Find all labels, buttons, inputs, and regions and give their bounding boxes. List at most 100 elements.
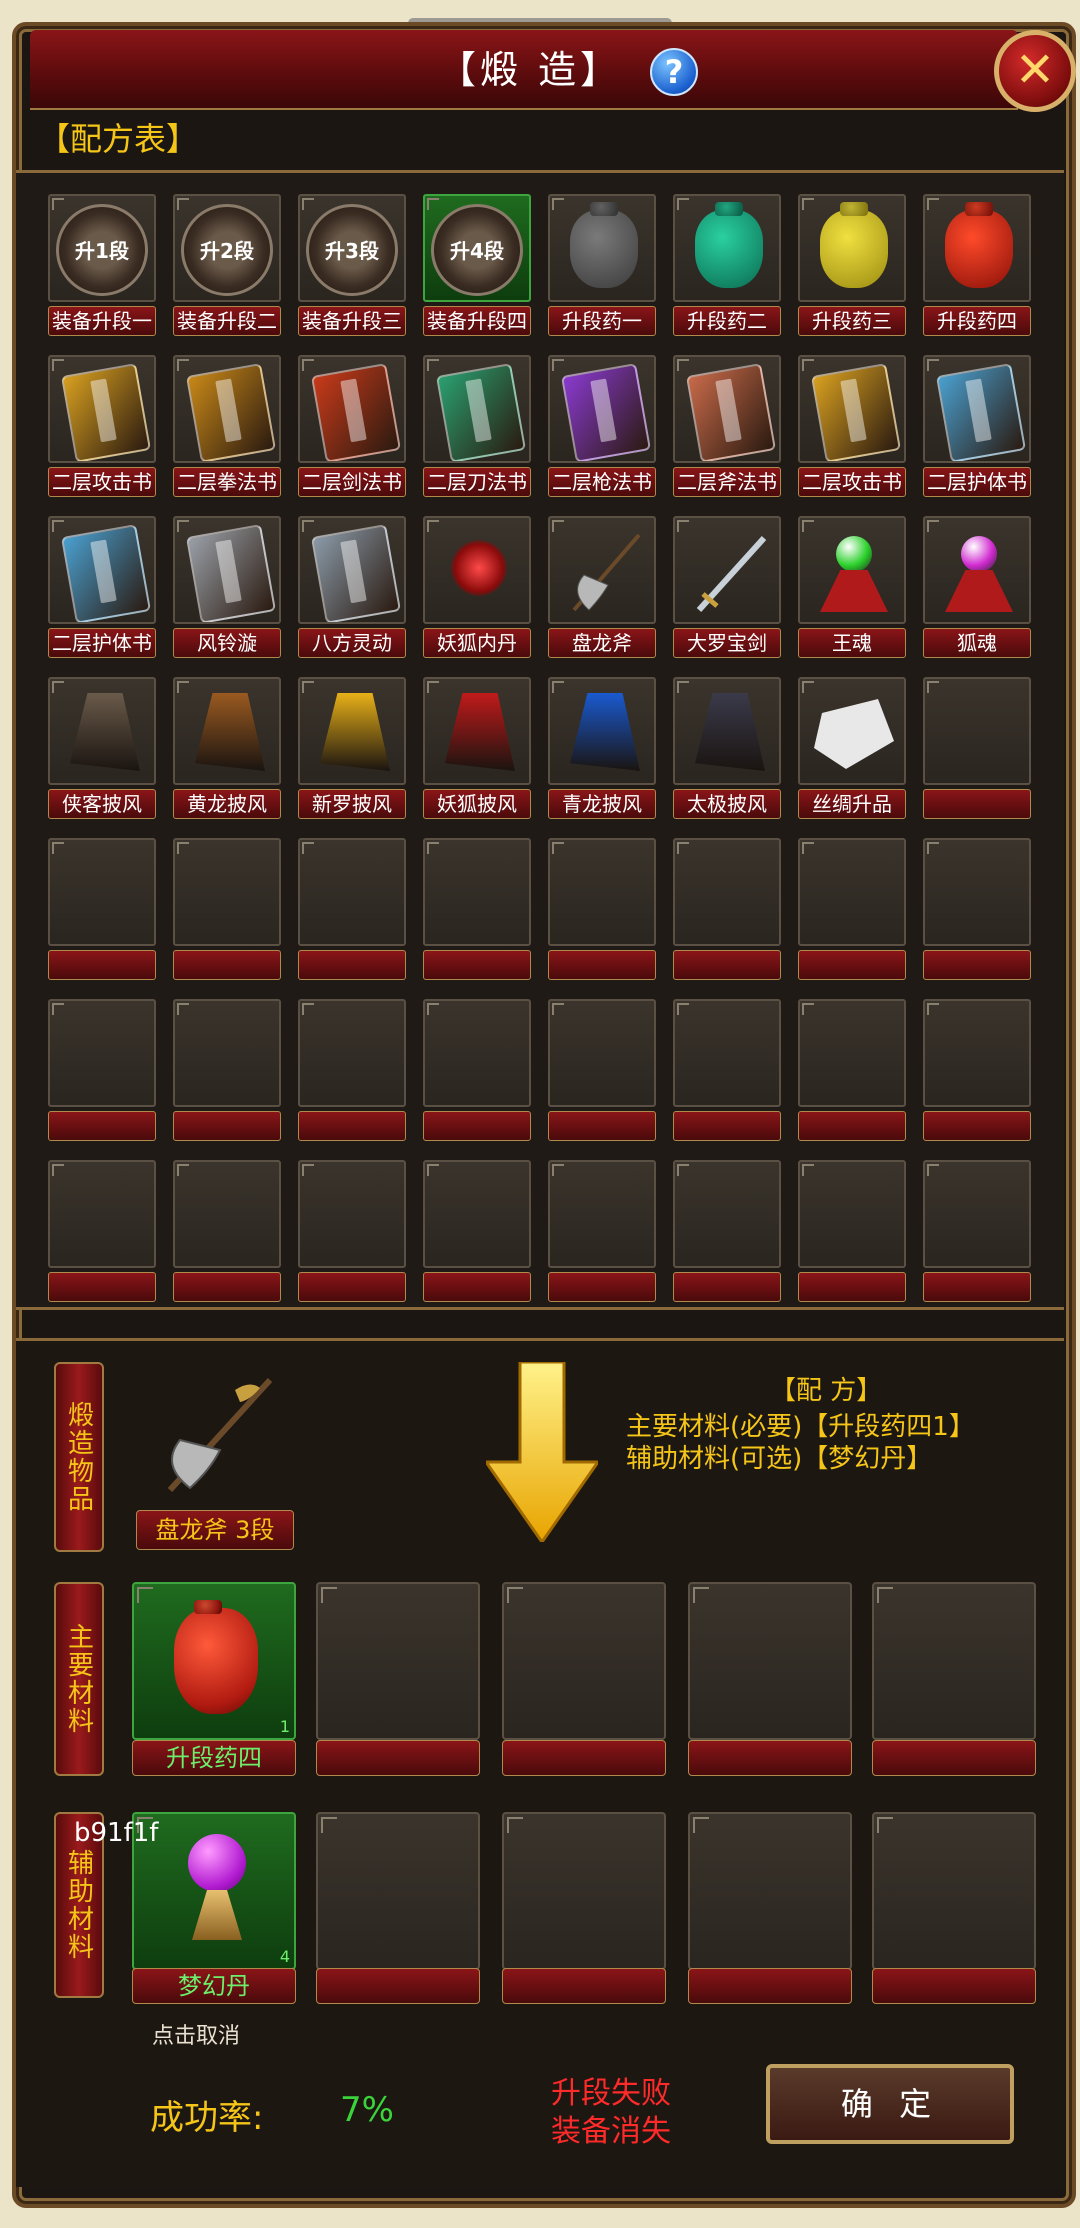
recipe-slot[interactable] xyxy=(923,999,1031,1107)
recipe-slot[interactable] xyxy=(173,1160,281,1268)
recipe-cell[interactable] xyxy=(298,838,406,986)
recipe-slot[interactable] xyxy=(673,1160,781,1268)
recipe-slot[interactable] xyxy=(423,838,531,946)
recipe-slot[interactable] xyxy=(48,677,156,785)
recipe-slot[interactable] xyxy=(673,355,781,463)
recipe-slot[interactable] xyxy=(673,194,781,302)
recipe-cell[interactable]: 二层斧法书 xyxy=(673,355,781,503)
recipe-cell[interactable]: 风铃漩 xyxy=(173,516,281,664)
recipe-cell[interactable]: 升2段 装备升段二 xyxy=(173,194,281,342)
recipe-slot[interactable] xyxy=(48,1160,156,1268)
recipe-cell[interactable]: 侠客披风 xyxy=(48,677,156,825)
recipe-slot[interactable] xyxy=(923,677,1031,785)
aux-material-slot-3[interactable] xyxy=(502,1812,666,1970)
main-material-slot-5[interactable] xyxy=(872,1582,1036,1740)
aux-material-slot-4[interactable] xyxy=(688,1812,852,1970)
recipe-slot[interactable] xyxy=(673,677,781,785)
recipe-cell[interactable]: 升4段 装备升段四 xyxy=(423,194,531,342)
recipe-slot[interactable] xyxy=(173,838,281,946)
recipe-slot[interactable] xyxy=(798,355,906,463)
recipe-slot[interactable] xyxy=(548,516,656,624)
recipe-slot[interactable] xyxy=(48,838,156,946)
recipe-cell[interactable]: 升段药一 xyxy=(548,194,656,342)
recipe-cell[interactable]: 升3段 装备升段三 xyxy=(298,194,406,342)
recipe-cell[interactable] xyxy=(423,1160,531,1308)
close-button[interactable]: ✕ xyxy=(994,30,1076,112)
recipe-cell[interactable] xyxy=(923,838,1031,986)
recipe-slot[interactable] xyxy=(423,516,531,624)
recipe-cell[interactable]: 二层拳法书 xyxy=(173,355,281,503)
recipe-cell[interactable] xyxy=(798,1160,906,1308)
recipe-cell[interactable] xyxy=(298,999,406,1147)
recipe-slot[interactable] xyxy=(298,1160,406,1268)
recipe-slot[interactable] xyxy=(298,999,406,1107)
recipe-slot[interactable] xyxy=(548,999,656,1107)
recipe-slot[interactable] xyxy=(298,516,406,624)
recipe-cell[interactable]: 升段药三 xyxy=(798,194,906,342)
recipe-cell[interactable]: 二层护体书 xyxy=(923,355,1031,503)
recipe-cell[interactable] xyxy=(48,838,156,986)
recipe-cell[interactable]: 妖狐内丹 xyxy=(423,516,531,664)
recipe-cell[interactable]: 丝绸升品 xyxy=(798,677,906,825)
recipe-slot[interactable] xyxy=(173,355,281,463)
recipe-slot[interactable] xyxy=(548,1160,656,1268)
recipe-cell[interactable]: 八方灵动 xyxy=(298,516,406,664)
recipe-slot[interactable] xyxy=(923,1160,1031,1268)
recipe-slot[interactable] xyxy=(798,999,906,1107)
recipe-slot[interactable] xyxy=(173,516,281,624)
confirm-button[interactable]: 确 定 xyxy=(766,2064,1014,2144)
recipe-slot[interactable] xyxy=(298,355,406,463)
recipe-cell[interactable] xyxy=(798,838,906,986)
recipe-slot[interactable] xyxy=(798,838,906,946)
recipe-slot[interactable] xyxy=(48,355,156,463)
recipe-slot[interactable] xyxy=(298,677,406,785)
recipe-slot[interactable] xyxy=(798,677,906,785)
recipe-cell[interactable]: 王魂 xyxy=(798,516,906,664)
recipe-slot[interactable] xyxy=(798,194,906,302)
recipe-slot[interactable] xyxy=(548,355,656,463)
recipe-slot[interactable] xyxy=(173,999,281,1107)
recipe-slot[interactable] xyxy=(923,838,1031,946)
recipe-cell[interactable] xyxy=(673,999,781,1147)
recipe-slot[interactable]: 升1段 xyxy=(48,194,156,302)
recipe-cell[interactable]: 二层攻击书 xyxy=(48,355,156,503)
recipe-cell[interactable]: 大罗宝剑 xyxy=(673,516,781,664)
recipe-cell[interactable]: 太极披风 xyxy=(673,677,781,825)
recipe-cell[interactable]: 升段药二 xyxy=(673,194,781,342)
recipe-slot[interactable] xyxy=(548,838,656,946)
recipe-cell[interactable] xyxy=(48,1160,156,1308)
main-material-slot-4[interactable] xyxy=(688,1582,852,1740)
recipe-cell[interactable]: 二层攻击书 xyxy=(798,355,906,503)
recipe-cell[interactable] xyxy=(923,677,1031,825)
recipe-slot[interactable] xyxy=(423,999,531,1107)
recipe-slot[interactable] xyxy=(48,999,156,1107)
recipe-cell[interactable] xyxy=(48,999,156,1147)
recipe-cell[interactable]: 二层剑法书 xyxy=(298,355,406,503)
recipe-slot[interactable] xyxy=(673,516,781,624)
recipe-cell[interactable]: 二层护体书 xyxy=(48,516,156,664)
recipe-cell[interactable]: 青龙披风 xyxy=(548,677,656,825)
recipe-cell[interactable] xyxy=(923,999,1031,1147)
main-material-slot-3[interactable] xyxy=(502,1582,666,1740)
recipe-slot[interactable]: 升2段 xyxy=(173,194,281,302)
main-material-slot-1[interactable]: 1 xyxy=(132,1582,296,1740)
recipe-slot[interactable] xyxy=(798,1160,906,1268)
recipe-cell[interactable] xyxy=(923,1160,1031,1308)
recipe-slot[interactable] xyxy=(548,677,656,785)
recipe-slot[interactable] xyxy=(923,516,1031,624)
recipe-cell[interactable] xyxy=(173,999,281,1147)
recipe-slot[interactable] xyxy=(923,355,1031,463)
recipe-slot[interactable] xyxy=(548,194,656,302)
cancel-hint[interactable]: 点击取消 xyxy=(152,2018,240,2050)
recipe-cell[interactable]: 盘龙斧 xyxy=(548,516,656,664)
recipe-slot[interactable] xyxy=(923,194,1031,302)
recipe-cell[interactable] xyxy=(173,838,281,986)
recipe-slot[interactable] xyxy=(173,677,281,785)
recipe-slot[interactable] xyxy=(673,999,781,1107)
recipe-slot[interactable]: 升4段 xyxy=(423,194,531,302)
recipe-slot[interactable] xyxy=(798,516,906,624)
recipe-cell[interactable]: 黄龙披风 xyxy=(173,677,281,825)
help-icon[interactable]: ? xyxy=(650,48,698,96)
recipe-slot[interactable] xyxy=(423,677,531,785)
recipe-slot[interactable] xyxy=(298,838,406,946)
